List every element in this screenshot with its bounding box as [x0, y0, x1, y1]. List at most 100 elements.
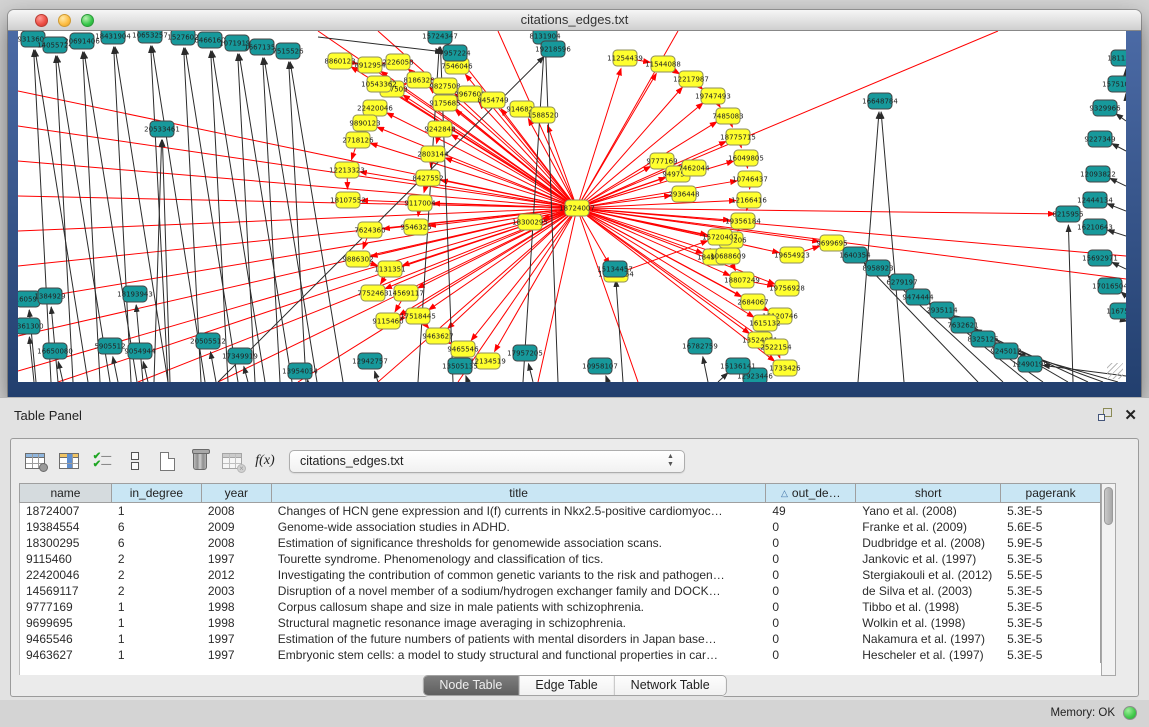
network-node[interactable]: 18431904: [95, 31, 131, 44]
table-cell[interactable]: 2: [112, 551, 202, 567]
table-cell[interactable]: 1997: [202, 647, 272, 663]
table-cell[interactable]: Estimation of significance thresholds fo…: [272, 535, 767, 551]
network-node[interactable]: 17349919: [222, 348, 258, 364]
network-node[interactable]: 10746437: [732, 171, 768, 187]
select-rows-icon[interactable]: ✔—✔—: [88, 447, 116, 475]
network-node[interactable]: 7515526: [272, 43, 304, 59]
column-header-year[interactable]: year: [202, 484, 272, 502]
network-node[interactable]: 17518445: [400, 308, 436, 324]
network-node[interactable]: 1811304: [1107, 50, 1126, 66]
table-cell[interactable]: 22420046: [20, 567, 112, 583]
network-node[interactable]: 8860123: [324, 53, 355, 69]
table-row[interactable]: 946554611997Estimation of the future num…: [20, 631, 1101, 647]
table-cell[interactable]: Investigating the contribution of common…: [272, 567, 767, 583]
network-node[interactable]: 9245012: [990, 343, 1021, 359]
table-scrollbar[interactable]: [1101, 483, 1116, 676]
network-node[interactable]: 9361300: [18, 318, 44, 334]
table-cell[interactable]: Hescheler et al. (1997): [856, 647, 1001, 663]
network-node[interactable]: 1131351: [374, 261, 405, 277]
network-node[interactable]: 7462044: [678, 160, 710, 176]
close-panel-icon[interactable]: ✕: [1124, 406, 1137, 424]
table-cell[interactable]: Genome-wide association studies in ADHD.: [272, 519, 767, 535]
table-cell[interactable]: 5.5E-5: [1001, 567, 1101, 583]
tab-node-table[interactable]: Node Table: [423, 676, 519, 695]
network-node[interactable]: 2684067: [737, 294, 768, 310]
table-cell[interactable]: Stergiakouli et al. (2012): [856, 567, 1001, 583]
table-cell[interactable]: 0: [766, 551, 856, 567]
network-node[interactable]: 8427552: [412, 170, 443, 186]
table-cell[interactable]: Tibbo et al. (1998): [856, 599, 1001, 615]
table-cell[interactable]: 9463627: [20, 647, 112, 663]
column-settings-icon[interactable]: [55, 447, 83, 475]
network-node[interactable]: 18193943: [117, 286, 153, 302]
network-node[interactable]: 8958923: [862, 260, 893, 276]
network-node[interactable]: 9117004: [404, 195, 436, 211]
network-node[interactable]: 18807249: [724, 272, 760, 288]
network-node[interactable]: 13954034: [282, 363, 318, 379]
table-cell[interactable]: 1: [112, 503, 202, 519]
table-cell[interactable]: 2: [112, 567, 202, 583]
minimize-window-button[interactable]: [58, 14, 71, 27]
table-row[interactable]: 969969511998Structural magnetic resonanc…: [20, 615, 1101, 631]
network-node[interactable]: 9699695: [816, 235, 847, 251]
tab-edge-table[interactable]: Edge Table: [519, 676, 614, 695]
table-cell[interactable]: Estimation of the future numbers of pati…: [272, 631, 767, 647]
network-node[interactable]: 5905512: [94, 338, 125, 354]
scrollbar-thumb[interactable]: [1104, 487, 1113, 525]
table-cell[interactable]: Tourette syndrome. Phenomenology and cla…: [272, 551, 767, 567]
network-node[interactable]: 16648784: [862, 93, 898, 109]
table-row[interactable]: 1830029562008Estimation of significance …: [20, 535, 1101, 551]
network-node[interactable]: 12444134: [1077, 192, 1113, 208]
table-cell[interactable]: 0: [766, 535, 856, 551]
table-cell[interactable]: 1998: [202, 599, 272, 615]
table-cell[interactable]: 9115460: [20, 551, 112, 567]
network-node[interactable]: 1167533: [1106, 303, 1126, 319]
column-header-in_degree[interactable]: in_degree: [112, 484, 202, 502]
network-canvas[interactable]: 1872400718300295193845548860123891295422…: [18, 31, 1126, 382]
table-cell[interactable]: 1997: [202, 631, 272, 647]
network-node[interactable]: 17957205: [507, 345, 543, 361]
table-cell[interactable]: 5.3E-5: [1001, 583, 1101, 599]
network-node[interactable]: 2522154: [760, 339, 792, 355]
network-node[interactable]: 9054944: [124, 343, 156, 359]
network-node[interactable]: 2935114: [926, 302, 958, 318]
table-cell[interactable]: 5.3E-5: [1001, 615, 1101, 631]
table-cell[interactable]: 0: [766, 599, 856, 615]
table-cell[interactable]: 2008: [202, 503, 272, 519]
table-cell[interactable]: 0: [766, 519, 856, 535]
network-node[interactable]: 1615132: [749, 315, 780, 331]
network-node[interactable]: 9329966: [1089, 100, 1121, 116]
table-cell[interactable]: 2008: [202, 535, 272, 551]
column-header-name[interactable]: name: [20, 484, 112, 502]
table-cell[interactable]: Corpus callosum shape and size in male p…: [272, 599, 767, 615]
network-node[interactable]: 11254439: [607, 50, 643, 66]
table-cell[interactable]: Embryonic stem cells: a model to study s…: [272, 647, 767, 663]
network-node[interactable]: 2226058: [382, 54, 413, 70]
network-node[interactable]: 9175685: [429, 95, 460, 111]
table-cell[interactable]: 18724007: [20, 503, 112, 519]
new-table-icon[interactable]: [153, 447, 181, 475]
table-cell[interactable]: Franke et al. (2009): [856, 519, 1001, 535]
table-cell[interactable]: 6: [112, 519, 202, 535]
column-header-pagerank[interactable]: pagerank: [1001, 484, 1101, 502]
table-cell[interactable]: 5.3E-5: [1001, 503, 1101, 519]
network-node[interactable]: 15724347: [422, 31, 458, 44]
network-node[interactable]: 16782759: [682, 338, 718, 354]
network-node[interactable]: 9463627: [422, 328, 453, 344]
network-node[interactable]: 9115460: [372, 313, 403, 329]
table-cell[interactable]: 1: [112, 599, 202, 615]
table-cell[interactable]: 14569117: [20, 583, 112, 599]
table-cell[interactable]: 18300295: [20, 535, 112, 551]
network-node[interactable]: 2936448: [668, 186, 699, 202]
table-row[interactable]: 2242004622012Investigating the contribut…: [20, 567, 1101, 583]
network-node[interactable]: 9546325: [400, 219, 431, 235]
network-node[interactable]: 9886302: [342, 251, 373, 267]
table-cell[interactable]: Nakamura et al. (1997): [856, 631, 1001, 647]
network-node[interactable]: 12093822: [1080, 166, 1116, 182]
network-node[interactable]: 2803144: [417, 146, 449, 162]
table-row[interactable]: 1872400712008Changes of HCN gene express…: [20, 503, 1101, 519]
network-node[interactable]: 7624360: [354, 222, 385, 238]
table-cell[interactable]: 2003: [202, 583, 272, 599]
import-table-icon[interactable]: ×: [218, 447, 246, 475]
network-node[interactable]: 2718126: [342, 132, 374, 148]
